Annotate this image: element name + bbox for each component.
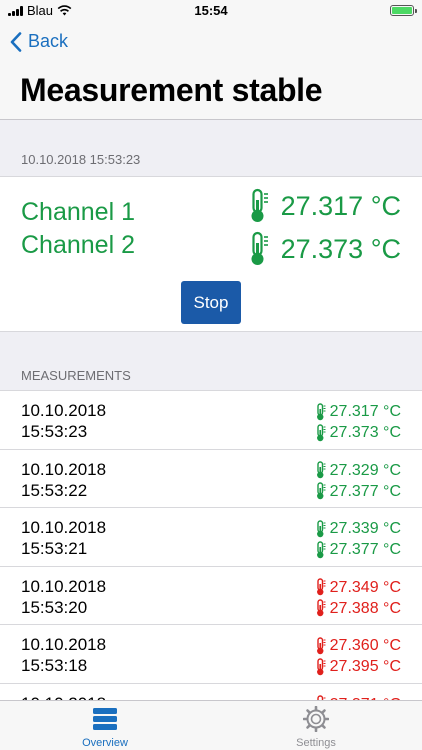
row-datetime: 10.10.2018 15:53:18 xyxy=(21,634,106,676)
row-value-2: 27.373 °C xyxy=(316,422,401,443)
thermometer-icon xyxy=(316,599,326,617)
row-datetime: 10.10.2018 xyxy=(21,693,106,701)
row-value-1: 27.339 °C xyxy=(316,518,401,539)
channel-2-label: Channel 2 xyxy=(21,231,135,259)
row-value-2: 27.395 °C xyxy=(316,656,401,677)
row-values: 27.349 °C 27.388 °C xyxy=(316,577,401,619)
chevron-left-icon xyxy=(10,31,22,52)
list-icon xyxy=(93,708,117,730)
row-value-1: 27.360 °C xyxy=(316,635,401,656)
channel-1-value-text: 27.317 °C xyxy=(280,190,401,221)
row-datetime: 10.10.2018 15:53:20 xyxy=(21,576,106,618)
live-reading-card: Channel 1 Channel 2 27.317 °C 27.373 °C … xyxy=(0,176,422,332)
table-row[interactable]: 10.10.2018 15:53:23 27.317 °C 27.373 °C xyxy=(0,391,422,450)
tab-overview[interactable]: Overview xyxy=(55,706,155,749)
thermometer-icon xyxy=(316,657,326,676)
row-value-2: 27.377 °C xyxy=(316,481,401,502)
back-button[interactable]: Back xyxy=(10,31,68,52)
table-row[interactable]: 10.10.2018 15:53:22 27.329 °C 27.377 °C xyxy=(0,450,422,508)
row-value-1: 27.329 °C xyxy=(316,460,401,481)
row-date: 10.10.2018 xyxy=(21,693,106,701)
channel-1-value: 27.317 °C xyxy=(249,188,401,224)
row-value-text: 27.395 °C xyxy=(329,658,401,675)
battery-icon xyxy=(390,5,417,16)
thermometer-icon xyxy=(316,482,326,500)
thermometer-icon xyxy=(316,461,326,479)
row-time: 15:53:18 xyxy=(21,656,88,675)
tab-overview-label: Overview xyxy=(82,737,128,749)
thermometer-icon xyxy=(316,636,326,655)
row-values: 27.329 °C 27.377 °C xyxy=(316,460,401,502)
tab-settings-label: Settings xyxy=(296,737,336,749)
row-value-2: 27.377 °C xyxy=(316,539,401,560)
navigation-bar: Back Measurement stable xyxy=(0,22,422,120)
row-value-text: 27.339 °C xyxy=(329,520,401,537)
row-value-text: 27.388 °C xyxy=(329,599,401,617)
row-values: 27.339 °C 27.377 °C xyxy=(316,518,401,560)
row-value-text: 27.317 °C xyxy=(329,403,401,420)
thermometer-icon xyxy=(249,188,271,224)
row-time: 15:53:20 xyxy=(21,597,88,617)
table-row[interactable]: 10.10.2018 15:53:18 27.360 °C 27.395 °C xyxy=(0,625,422,684)
thermometer-icon xyxy=(316,578,326,596)
measurements-header: MEASUREMENTS xyxy=(21,368,131,383)
thermometer-icon xyxy=(316,519,326,538)
row-value-1: 27.349 °C xyxy=(316,577,401,598)
row-value-text: 27.377 °C xyxy=(329,541,401,558)
row-date: 10.10.2018 xyxy=(21,635,107,654)
row-date: 10.10.2018 xyxy=(21,518,107,537)
table-row[interactable]: 10.10.2018 15:53:20 27.349 °C 27.388 °C xyxy=(0,567,422,625)
status-bar: Blau 15:54 xyxy=(0,0,422,22)
row-value-text: 27.377 °C xyxy=(329,482,401,500)
row-time: 15:53:22 xyxy=(21,480,88,500)
thermometer-icon xyxy=(316,540,326,559)
row-values: 27.360 °C 27.395 °C xyxy=(316,635,401,677)
row-value-2: 27.388 °C xyxy=(316,598,401,619)
row-value-text: 27.360 °C xyxy=(329,637,401,654)
row-datetime: 10.10.2018 15:53:21 xyxy=(21,517,106,559)
measurements-list[interactable]: 10.10.2018 15:53:23 27.317 °C 27.373 °C 10.1… xyxy=(0,390,422,700)
row-datetime: 10.10.2018 15:53:22 xyxy=(21,459,106,501)
row-value-text: 27.373 °C xyxy=(329,424,401,441)
row-date: 10.10.2018 xyxy=(21,401,107,420)
row-values: 27.317 °C 27.373 °C xyxy=(316,401,401,443)
tab-settings[interactable]: Settings xyxy=(266,705,366,749)
gear-icon xyxy=(302,705,330,733)
thermometer-icon xyxy=(316,402,326,421)
table-row[interactable]: 10.10.201827.371 °C xyxy=(0,684,422,701)
row-time: 15:53:21 xyxy=(21,539,88,558)
thermometer-icon xyxy=(249,231,271,267)
row-datetime: 10.10.2018 15:53:23 xyxy=(21,400,106,442)
channel-2-value: 27.373 °C xyxy=(249,231,401,267)
live-timestamp: 10.10.2018 15:53:23 xyxy=(21,152,141,167)
page-title: Measurement stable xyxy=(20,72,323,108)
status-time: 15:54 xyxy=(194,3,228,18)
table-row[interactable]: 10.10.2018 15:53:21 27.339 °C 27.377 °C xyxy=(0,508,422,567)
row-value-text: 27.349 °C xyxy=(329,578,401,596)
thermometer-icon xyxy=(316,423,326,442)
row-date: 10.10.2018 xyxy=(21,459,107,479)
row-value-text: 27.329 °C xyxy=(329,461,401,479)
stop-button[interactable]: Stop xyxy=(181,281,241,324)
row-value-1: 27.317 °C xyxy=(316,401,401,422)
channel-2-value-text: 27.373 °C xyxy=(280,233,401,264)
tab-bar: Overview Settings xyxy=(0,700,422,750)
row-date: 10.10.2018 xyxy=(21,576,107,596)
row-time: 15:53:23 xyxy=(21,422,88,441)
back-label: Back xyxy=(28,31,69,51)
channel-1-label: Channel 1 xyxy=(21,198,135,226)
